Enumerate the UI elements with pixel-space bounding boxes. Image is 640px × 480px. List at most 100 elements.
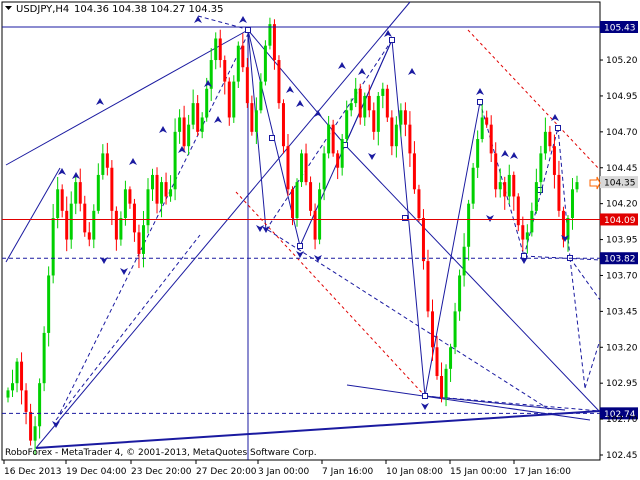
- symbol-label: USDJPY,H4: [16, 4, 69, 15]
- bull-candle: [543, 131, 547, 154]
- bear-candle: [164, 182, 168, 197]
- bull-candle: [318, 189, 322, 240]
- bull-candle: [349, 103, 353, 111]
- bear-candle: [128, 189, 132, 204]
- bull-candle: [530, 210, 534, 233]
- bull-candle: [295, 182, 299, 219]
- wave-point-marker: [422, 393, 428, 399]
- ohlc-values: 104.36 104.38 104.27 104.35: [74, 4, 224, 15]
- bear-candle: [60, 189, 64, 211]
- bull-candle: [570, 189, 574, 219]
- bear-candle: [227, 81, 231, 118]
- bear-candle: [426, 261, 430, 312]
- bull-candle: [42, 332, 46, 384]
- bull-candle: [453, 311, 457, 348]
- bear-candle: [440, 376, 444, 398]
- bull-candle: [381, 88, 385, 96]
- bull-candle: [444, 368, 448, 398]
- y-tick-label: 103.70: [606, 271, 638, 281]
- bull-candle: [467, 203, 471, 247]
- y-tick-label: 103.95: [606, 236, 638, 246]
- bull-candle: [254, 110, 258, 132]
- bull-candle: [169, 189, 173, 197]
- bull-candle: [394, 124, 398, 147]
- bull-candle: [507, 174, 511, 197]
- bear-candle: [83, 203, 87, 233]
- bull-candle: [462, 246, 466, 276]
- bull-candle: [354, 88, 358, 104]
- bull-candle: [92, 210, 96, 240]
- bull-candle: [363, 95, 367, 118]
- bear-candle: [358, 88, 362, 118]
- bull-candle: [56, 189, 60, 219]
- y-tick-label: 102.45: [606, 451, 638, 461]
- bull-candle: [322, 153, 326, 190]
- bull-candle: [141, 225, 145, 254]
- bear-candle: [557, 174, 561, 211]
- price-tag-label: 103.82: [604, 255, 636, 265]
- bear-candle: [385, 88, 389, 118]
- y-tick-label: 105.20: [606, 56, 638, 66]
- bear-candle: [503, 182, 507, 197]
- bull-candle: [200, 117, 204, 132]
- bear-candle: [272, 24, 276, 61]
- bull-candle: [214, 38, 218, 61]
- plot-area: [1, 1, 601, 461]
- bear-candle: [512, 174, 516, 197]
- price-tag-label: 104.35: [604, 179, 636, 189]
- bear-candle: [250, 103, 254, 132]
- bear-candle: [309, 182, 313, 211]
- bull-candle: [376, 95, 380, 132]
- bull-candle: [151, 174, 155, 190]
- bear-candle: [182, 117, 186, 147]
- bear-candle: [435, 347, 439, 377]
- bear-candle: [223, 60, 227, 82]
- y-tick-label: 104.20: [606, 200, 638, 210]
- bear-candle: [286, 146, 290, 190]
- wave-point-marker: [389, 37, 395, 43]
- bear-candle: [132, 203, 136, 233]
- bull-candle: [205, 88, 209, 118]
- bear-candle: [516, 196, 520, 226]
- bear-candle: [552, 146, 556, 175]
- bull-candle: [96, 174, 100, 211]
- price-tag-label: 104.09: [604, 216, 636, 226]
- bull-candle: [259, 81, 263, 111]
- copyright-text: RoboForex - MetaTrader 4, © 2001-2013, M…: [5, 448, 317, 458]
- bear-candle: [372, 110, 376, 132]
- bull-candle: [476, 139, 480, 168]
- price-tag-label: 105.43: [604, 24, 636, 34]
- bull-candle: [47, 275, 51, 333]
- bull-candle: [471, 167, 475, 204]
- bull-candle: [123, 189, 127, 219]
- bull-candle: [191, 103, 195, 125]
- bull-candle: [480, 117, 484, 140]
- wave-point-marker: [245, 27, 251, 33]
- bull-candle: [101, 153, 105, 175]
- bear-candle: [408, 124, 412, 154]
- bear-candle: [336, 153, 340, 168]
- bull-candle: [74, 182, 78, 204]
- bear-candle: [367, 95, 371, 111]
- y-tick-label: 102.95: [606, 379, 638, 389]
- bull-candle: [458, 275, 462, 312]
- bear-candle: [87, 232, 91, 240]
- symbol-header: USDJPY,H4 104.36 104.38 104.27 104.35: [5, 4, 224, 15]
- bull-candle: [38, 383, 42, 427]
- y-tick-label: 103.20: [606, 343, 638, 353]
- bear-candle: [421, 218, 425, 262]
- bear-candle: [110, 167, 114, 211]
- bull-candle: [160, 182, 164, 204]
- bear-candle: [561, 210, 565, 240]
- bear-candle: [489, 124, 493, 154]
- y-tick-label: 104.45: [606, 164, 638, 174]
- bull-candle: [69, 203, 73, 240]
- bear-candle: [241, 45, 245, 68]
- bear-candle: [331, 124, 335, 154]
- bull-candle: [15, 361, 19, 384]
- x-tick-label: 19 Dec 04:00: [66, 467, 127, 477]
- bull-candle: [11, 383, 15, 391]
- bull-candle: [345, 110, 349, 140]
- usdjpy-h4-chart[interactable]: 105.43104.35104.09103.82102.74 105.20104…: [0, 0, 640, 480]
- bear-candle: [105, 153, 109, 168]
